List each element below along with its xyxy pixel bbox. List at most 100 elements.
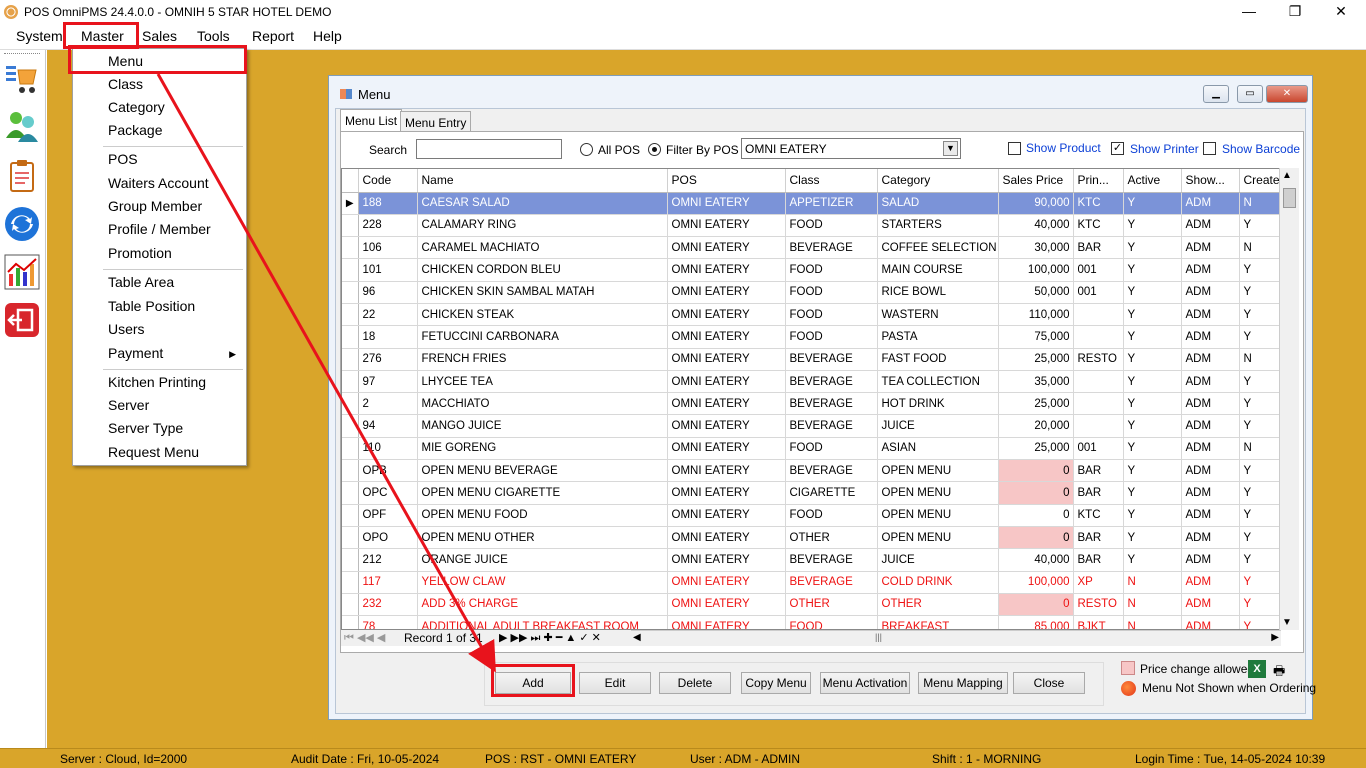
table-cell[interactable]: 30,000 (998, 236, 1074, 260)
table-cell[interactable]: ADM (1181, 571, 1240, 594)
table-cell[interactable]: 0 (998, 459, 1074, 483)
table-cell[interactable]: OMNI EATERY (667, 571, 786, 594)
table-cell[interactable]: FOOD (785, 504, 878, 527)
table-cell[interactable]: 0 (998, 481, 1074, 505)
table-cell[interactable]: OMNI EATERY (667, 258, 786, 282)
menu-item-class[interactable]: Class (108, 76, 143, 92)
table-cell[interactable]: ADM (1181, 548, 1240, 572)
table-row[interactable]: OPC OPEN MENU CIGARETTE OMNI EATERY CIGARET… (342, 481, 1281, 505)
table-cell[interactable]: OPB (358, 459, 418, 483)
column-header[interactable]: Name (417, 169, 668, 193)
table-cell[interactable]: CALAMARY RING (417, 214, 668, 238)
table-cell[interactable]: BAR (1073, 481, 1124, 505)
table-cell[interactable]: OPEN MENU (877, 481, 999, 505)
table-cell[interactable]: Y (1239, 325, 1281, 349)
table-cell[interactable]: OMNI EATERY (667, 504, 786, 527)
table-cell[interactable]: 100,000 (998, 571, 1074, 594)
table-cell[interactable]: 94 (358, 414, 418, 438)
row-indicator[interactable] (342, 615, 359, 629)
table-cell[interactable]: Y (1239, 281, 1281, 304)
menu-system[interactable]: System (16, 28, 63, 44)
table-cell[interactable]: COLD DRINK (877, 571, 999, 594)
table-cell[interactable]: OTHER (785, 593, 878, 617)
table-cell[interactable]: Y (1239, 526, 1281, 550)
table-cell[interactable]: BJKT (1073, 615, 1124, 629)
table-cell[interactable]: 18 (358, 325, 418, 349)
table-cell[interactable]: CHICKEN SKIN SAMBAL MATAH (417, 281, 668, 304)
table-row[interactable]: 232 ADD 3% CHARGE OMNI EATERY OTHER OTHER 0 RE… (342, 593, 1281, 617)
table-cell[interactable]: ADM (1181, 303, 1240, 327)
table-cell[interactable]: 276 (358, 348, 418, 371)
row-indicator[interactable] (342, 303, 359, 327)
table-cell[interactable]: 25,000 (998, 437, 1074, 461)
menu-grid[interactable]: Code Name POS Class Category Sales Price… (341, 168, 1299, 630)
menu-item-pos[interactable]: POS (108, 151, 138, 167)
table-cell[interactable]: SALAD (877, 192, 999, 215)
table-cell[interactable]: BEVERAGE (785, 459, 878, 483)
table-cell[interactable]: ADM (1181, 392, 1240, 416)
table-cell[interactable]: STARTERS (877, 214, 999, 238)
table-cell[interactable]: ADM (1181, 437, 1240, 461)
table-cell[interactable]: ADM (1181, 526, 1240, 550)
table-cell[interactable]: Y (1239, 303, 1281, 327)
table-cell[interactable]: BEVERAGE (785, 392, 878, 416)
table-cell[interactable]: Y (1239, 392, 1281, 416)
table-cell[interactable]: Y (1123, 236, 1182, 260)
table-cell[interactable]: BAR (1073, 548, 1124, 572)
table-cell[interactable]: BEVERAGE (785, 548, 878, 572)
table-cell[interactable]: N (1123, 571, 1182, 594)
table-cell[interactable]: KTC (1073, 192, 1124, 215)
table-cell[interactable]: Y (1123, 348, 1182, 371)
pos-filter-select[interactable]: OMNI EATERY ▼ (741, 138, 961, 159)
table-cell[interactable]: Y (1239, 548, 1281, 572)
table-cell[interactable]: OTHER (877, 593, 999, 617)
table-cell[interactable]: ADM (1181, 481, 1240, 505)
nav-next-icon[interactable]: ▶ ▶▶ ⏭ ✚ ━ ▲ ✓ ✕ (499, 631, 601, 645)
table-cell[interactable]: 85,000 (998, 615, 1074, 629)
row-indicator[interactable] (342, 370, 359, 394)
row-indicator[interactable] (342, 504, 359, 527)
table-cell[interactable]: Y (1123, 281, 1182, 304)
refresh-icon[interactable] (4, 206, 40, 242)
cart-icon[interactable] (4, 62, 40, 98)
table-cell[interactable]: OPEN MENU CIGARETTE (417, 481, 668, 505)
table-cell[interactable]: 110,000 (998, 303, 1074, 327)
column-header[interactable]: Category (877, 169, 999, 193)
row-indicator[interactable] (342, 325, 359, 349)
table-row[interactable]: 94 MANGO JUICE OMNI EATERY BEVERAGE JUICE 20,… (342, 414, 1281, 438)
show-printer-checkbox[interactable]: ✓ (1111, 142, 1124, 155)
table-cell[interactable]: N (1123, 615, 1182, 629)
table-cell[interactable]: APPETIZER (785, 192, 878, 215)
scroll-grip-icon[interactable]: ||| (875, 632, 882, 642)
table-cell[interactable]: CHICKEN STEAK (417, 303, 668, 327)
column-header[interactable]: Sales Price (998, 169, 1074, 193)
menu-help[interactable]: Help (313, 28, 342, 44)
table-cell[interactable]: MACCHIATO (417, 392, 668, 416)
table-cell[interactable]: 75,000 (998, 325, 1074, 349)
clipboard-icon[interactable] (4, 158, 40, 194)
copy-menu-button[interactable]: Copy Menu (741, 672, 811, 694)
table-row[interactable]: 2 MACCHIATO OMNI EATERY BEVERAGE HOT DRINK 25… (342, 392, 1281, 416)
table-cell[interactable]: Y (1123, 481, 1182, 505)
table-cell[interactable]: OPF (358, 504, 418, 527)
menu-item-server-type[interactable]: Server Type (108, 420, 183, 436)
tab-menu-entry[interactable]: Menu Entry (400, 111, 472, 131)
table-cell[interactable]: 001 (1073, 437, 1124, 461)
table-cell[interactable]: Y (1239, 370, 1281, 394)
table-cell[interactable]: HOT DRINK (877, 392, 999, 416)
table-cell[interactable]: 96 (358, 281, 418, 304)
table-cell[interactable]: ADM (1181, 504, 1240, 527)
table-cell[interactable]: ADM (1181, 414, 1240, 438)
table-cell[interactable]: Y (1123, 459, 1182, 483)
table-cell[interactable]: BAR (1073, 526, 1124, 550)
scroll-thumb[interactable] (1283, 188, 1296, 208)
row-indicator[interactable] (342, 281, 359, 304)
table-row[interactable]: 228 CALAMARY RING OMNI EATERY FOOD STARTERS 4… (342, 214, 1281, 238)
table-row[interactable]: OPF OPEN MENU FOOD OMNI EATERY FOOD OPEN MEN… (342, 504, 1281, 527)
menu-item-group-member[interactable]: Group Member (108, 198, 202, 214)
table-cell[interactable]: OPEN MENU (877, 459, 999, 483)
table-cell[interactable]: Y (1123, 192, 1182, 215)
table-row[interactable]: 78 ADDITIONAL ADULT BREAKFAST ROOM OMNI EA… (342, 615, 1281, 629)
close-button[interactable]: ✕ (1318, 0, 1364, 24)
table-cell[interactable]: OMNI EATERY (667, 615, 786, 629)
